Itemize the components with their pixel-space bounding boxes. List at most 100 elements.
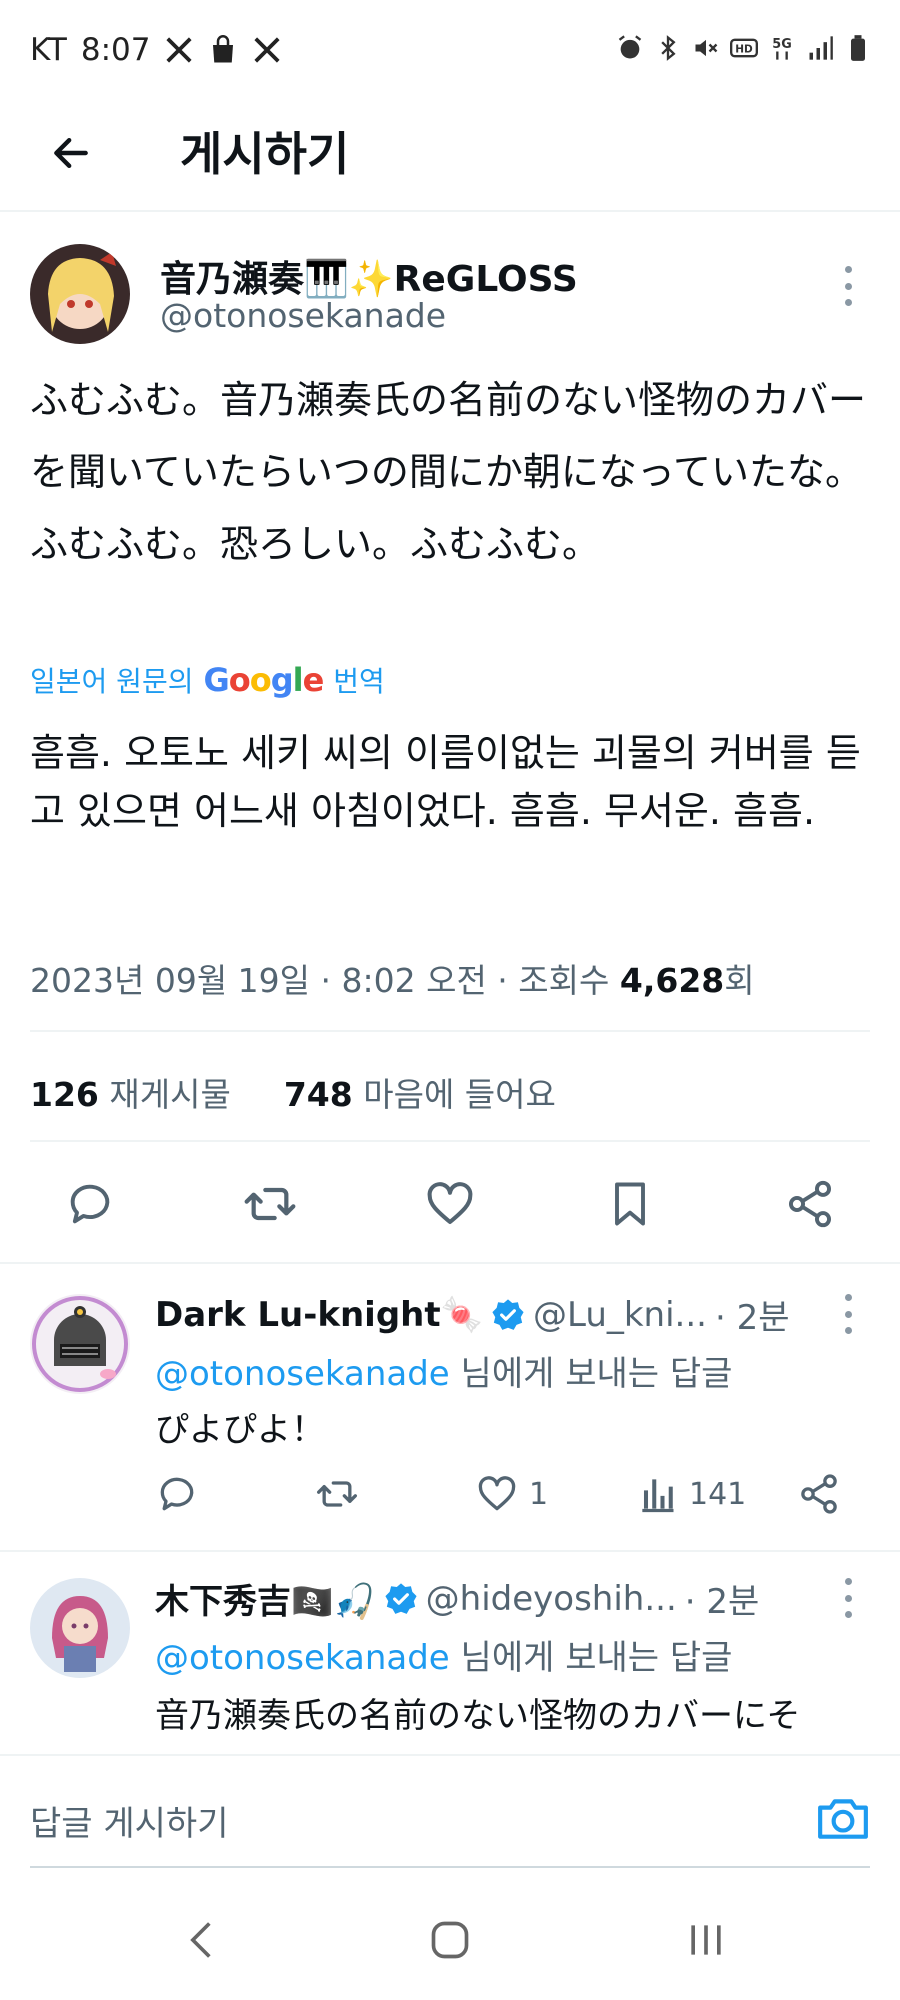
reply-composer: 답글 게시하기 (0, 1754, 900, 1874)
like-icon (478, 1476, 516, 1511)
more-options-icon[interactable] (842, 266, 854, 306)
reply-input[interactable]: 답글 게시하기 (30, 1796, 229, 1845)
carrier-label: KT (30, 32, 67, 68)
view-count-suffix: 회 (724, 961, 755, 1000)
reply-header: 木下秀吉🏴‍☠️🎣 @hideyoshih... · 2분 (155, 1574, 759, 1623)
bookmark-button[interactable] (598, 1172, 662, 1236)
divider (30, 1030, 870, 1032)
avatar-image (30, 1294, 130, 1394)
bluetooth-icon (661, 35, 676, 61)
reply-author-handle[interactable]: @Lu_kni... (533, 1295, 707, 1335)
signal-icon (809, 36, 833, 60)
reply-button[interactable] (58, 1172, 122, 1236)
back-nav-icon (190, 1922, 211, 1958)
home-nav-button[interactable] (420, 1910, 480, 1970)
reply-like-button[interactable]: 1 (475, 1472, 548, 1516)
avatar-image (30, 1578, 130, 1678)
reply-repost-button[interactable] (315, 1472, 359, 1516)
reply-icon (160, 1477, 194, 1511)
reply-avatar[interactable] (30, 1578, 130, 1678)
repost-button[interactable] (238, 1172, 302, 1236)
svg-text:5G: 5G (772, 37, 791, 52)
reply-to-label: 님에게 보내는 답글 (449, 1354, 733, 1394)
recents-nav-icon (691, 1925, 721, 1955)
post-timestamp: 2023년 09월 19일 · 8:02 오전 · 조회수 (30, 961, 620, 1000)
repost-icon (317, 1481, 357, 1507)
share-button[interactable] (778, 1172, 842, 1236)
reply-author-handle[interactable]: @hideyoshih... (426, 1579, 677, 1619)
bookmark-icon (615, 1182, 645, 1226)
reply-text: 音乃瀬奏氏の名前のない怪物のカバーにそ (155, 1696, 801, 1736)
likes-count: 748 (283, 1075, 353, 1114)
mute-icon (695, 39, 718, 57)
clock: 8:07 (80, 32, 151, 68)
reposts-label: 재게시물 (109, 1075, 231, 1114)
reply-share-button[interactable] (797, 1472, 841, 1516)
verified-badge-icon (492, 1298, 524, 1330)
home-nav-icon (431, 1921, 469, 1959)
page-title: 게시하기 (180, 127, 350, 181)
translate-suffix: 번역 (333, 665, 385, 698)
composer-underline (30, 1866, 870, 1868)
reply-author-name[interactable]: 木下秀吉🏴‍☠️🎣 (155, 1574, 376, 1623)
camera-icon[interactable] (816, 1794, 870, 1842)
share-icon (801, 1474, 837, 1514)
alarm-icon (618, 35, 642, 59)
back-nav-button[interactable] (172, 1910, 232, 1970)
avatar-image (30, 244, 130, 344)
5g-icon: 5G (772, 37, 792, 60)
author-name[interactable]: 音乃瀬奏🎹✨ReGLOSS (160, 250, 578, 302)
reply-avatar[interactable] (30, 1294, 130, 1394)
repost-icon (244, 1187, 296, 1221)
status-right: HD 5G (616, 34, 872, 62)
system-nav-bar (0, 1880, 900, 2000)
reply-context: @otonosekanade 님에게 보내는 답글 (155, 1346, 732, 1395)
shopping-bag-icon (213, 35, 234, 63)
reply-time: · 2분 (684, 1582, 760, 1622)
reply-mention[interactable]: @otonosekanade (155, 1354, 450, 1394)
reply-item[interactable]: 木下秀吉🏴‍☠️🎣 @hideyoshih... · 2분 @otonoseka… (0, 1552, 900, 1754)
divider (0, 1262, 900, 1264)
views-chart-icon (642, 1479, 674, 1513)
reply-mention[interactable]: @otonosekanade (155, 1638, 450, 1678)
reply-time: · 2분 (714, 1298, 790, 1338)
reply-to-label: 님에게 보내는 답글 (449, 1638, 733, 1678)
post-action-bar (0, 1172, 900, 1252)
status-left: KT 8:07 (30, 32, 282, 68)
x-logo-icon (166, 37, 193, 63)
divider (30, 1140, 870, 1142)
back-button[interactable] (40, 122, 102, 184)
reply-icon (70, 1184, 110, 1224)
more-options-icon[interactable] (842, 1294, 854, 1334)
reply-view-count: 141 (689, 1476, 747, 1512)
arrow-left-icon (54, 137, 88, 169)
reply-action-bar: 1 141 (155, 1472, 855, 1528)
translate-prefix: 일본어 원문의 (30, 665, 194, 698)
likes-label: 마음에 들어요 (363, 1075, 556, 1114)
reply-reply-button[interactable] (155, 1472, 199, 1516)
verified-badge-icon (385, 1582, 417, 1614)
post-meta: 2023년 09월 19일 · 8:02 오전 · 조회수 4,628회 (30, 954, 755, 1002)
like-button[interactable] (418, 1172, 482, 1236)
google-logo: Google (203, 661, 324, 699)
reply-like-count: 1 (529, 1476, 549, 1512)
reply-views-button[interactable]: 141 (635, 1472, 746, 1516)
view-count: 4,628 (619, 961, 725, 1000)
translation-attribution[interactable]: 일본어 원문의 Google 번역 (30, 660, 385, 700)
top-bar: 게시하기 (0, 100, 900, 212)
reply-context: @otonosekanade 님에게 보내는 답글 (155, 1630, 732, 1679)
reply-text: ぴよぴよ！ (155, 1410, 325, 1450)
translated-text: 흠흠. 오토노 세키 씨의 이름이없는 괴물의 커버를 듣고 있으면 어느새 아… (30, 731, 861, 833)
x-logo-icon (254, 37, 281, 63)
more-options-icon[interactable] (842, 1578, 854, 1618)
likes-stat[interactable]: 748 마음에 들어요 (284, 1075, 556, 1114)
hd-voice-icon: HD (730, 38, 758, 58)
recents-nav-button[interactable] (676, 1910, 736, 1970)
reply-author-name[interactable]: Dark Lu-knight🍬 (155, 1295, 483, 1335)
like-icon (427, 1182, 473, 1225)
svg-text:HD: HD (735, 44, 753, 56)
engagement-stats: 126 재게시물 748 마음에 들어요 (30, 1068, 556, 1116)
author-handle[interactable]: @otonosekanade (160, 296, 446, 335)
author-avatar[interactable] (30, 244, 130, 344)
reposts-stat[interactable]: 126 재게시물 (30, 1075, 231, 1114)
